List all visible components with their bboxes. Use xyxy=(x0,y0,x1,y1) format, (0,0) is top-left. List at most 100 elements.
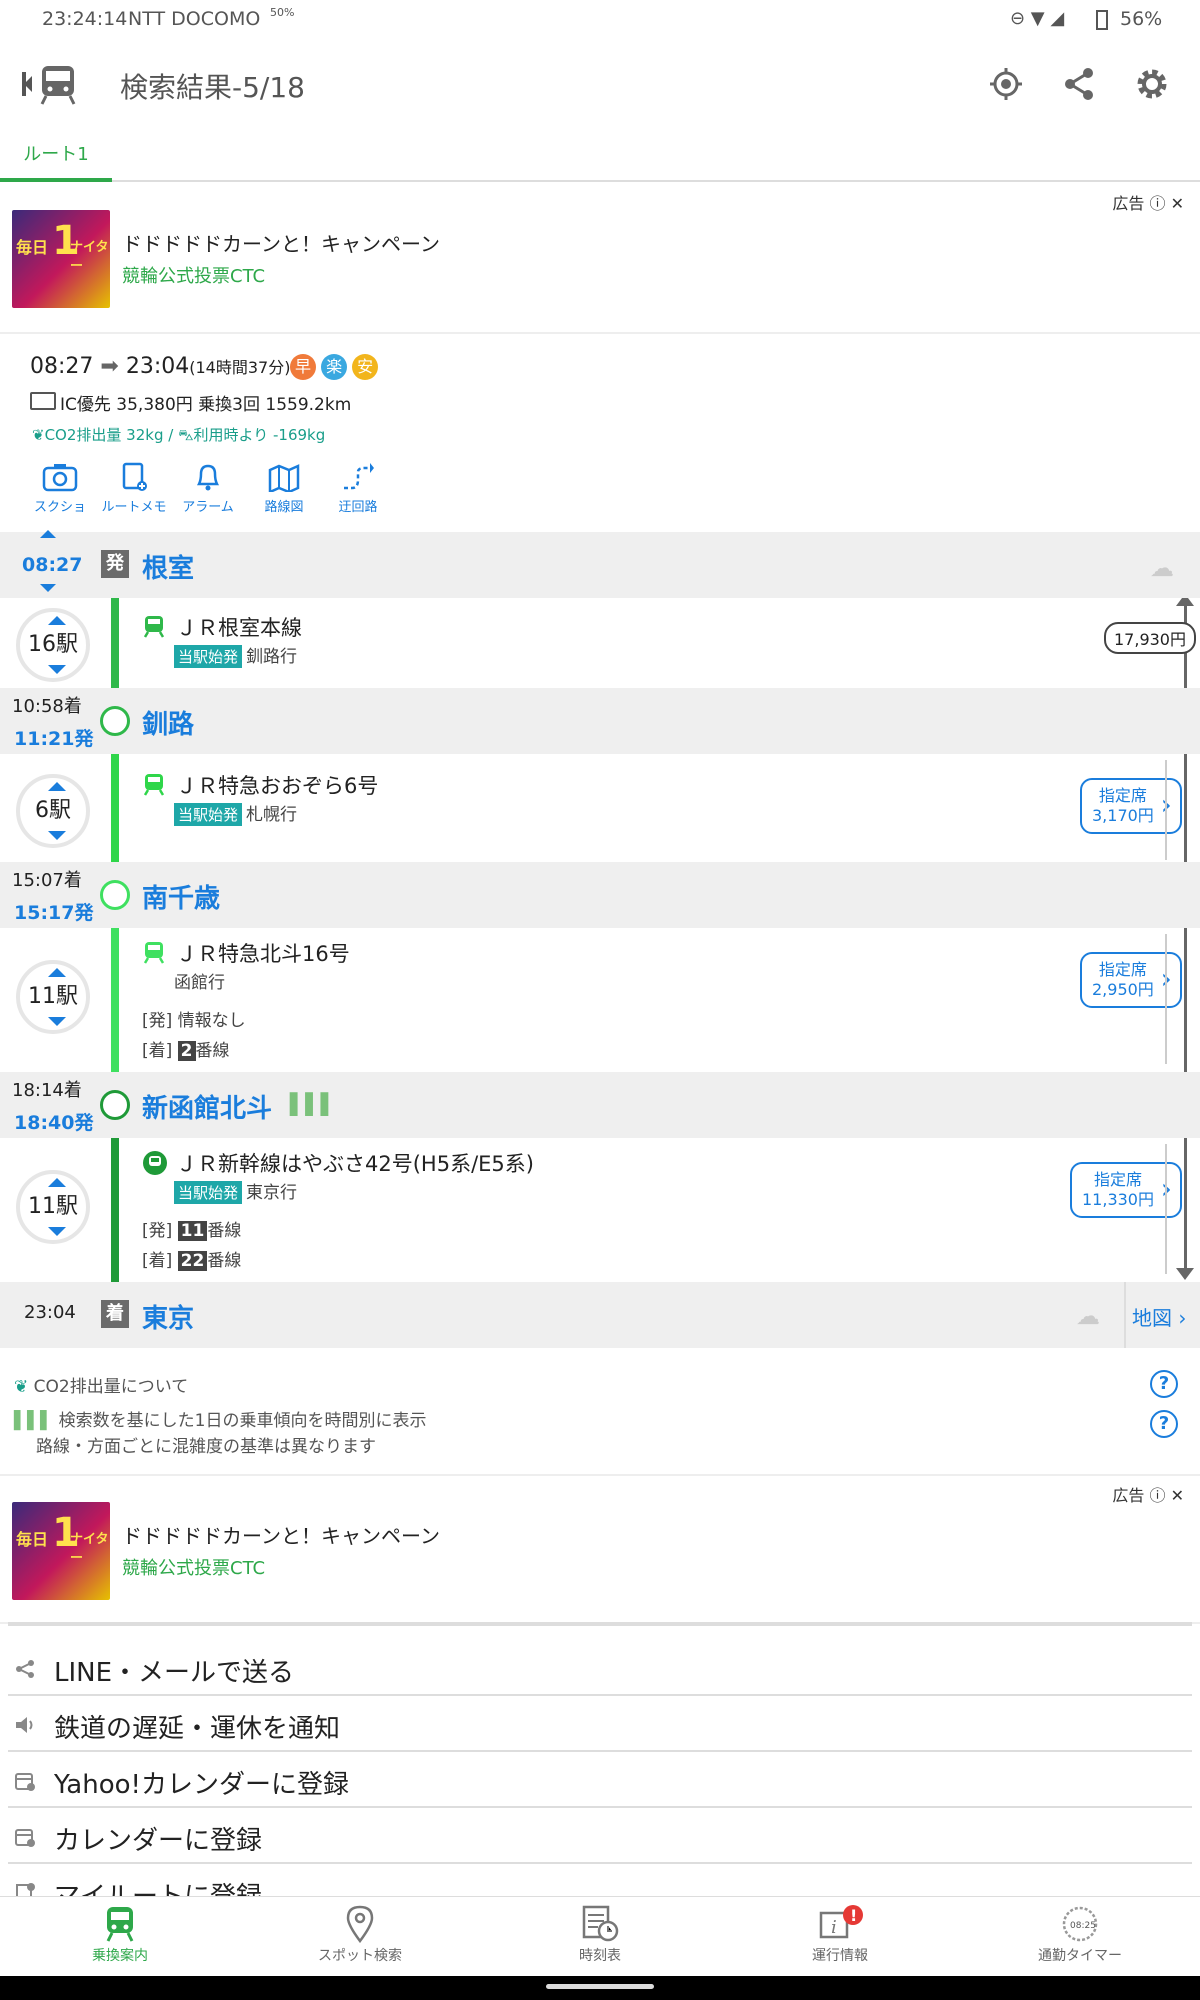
time-up-icon[interactable] xyxy=(40,530,56,538)
menu-divider xyxy=(8,1622,1192,1626)
ad-title[interactable]: ドドドドドカーンと！キャンペーン xyxy=(122,228,440,257)
arrive-time: 18:14着 xyxy=(12,1080,82,1101)
ad-image[interactable]: 毎日 1 ナイター xyxy=(12,210,110,308)
map-link[interactable]: 地図 › xyxy=(1132,1302,1186,1331)
cloud-icon: ☁ xyxy=(1076,1302,1100,1330)
screenshot-button[interactable]: スクショ xyxy=(22,462,98,515)
stop-count[interactable]: 11駅 xyxy=(16,1170,90,1244)
menu-yahoo-calendar[interactable]: Yahoo!カレンダーに登録 xyxy=(8,1752,1192,1808)
map-icon xyxy=(268,464,300,492)
share-icon[interactable] xyxy=(1062,66,1096,106)
depart-time[interactable]: 15:17発 xyxy=(14,898,93,925)
ic-card-icon xyxy=(30,392,56,410)
gear-icon[interactable] xyxy=(1134,66,1170,106)
ad-image[interactable]: 毎日 1 ナイター xyxy=(12,1502,110,1600)
depart-time[interactable]: 11:21発 xyxy=(14,724,93,751)
departure-track: [発] 11 番線 xyxy=(142,1221,242,1241)
depart-time[interactable]: 18:40発 xyxy=(14,1108,93,1135)
route-map-button[interactable]: 路線図 xyxy=(246,462,322,515)
seat-range-line xyxy=(1165,934,1167,1064)
summary-times: 08:27 ➡ 23:04(14時間37分) xyxy=(30,354,291,379)
arrive-badge: 着 xyxy=(101,1300,129,1328)
camera-icon xyxy=(42,464,78,492)
station-name[interactable]: 南千歳 xyxy=(142,878,220,915)
congestion-note: ▌▌▌ 検索数を基にした1日の乗車傾向を時間別に表示 xyxy=(14,1411,427,1431)
line-name[interactable]: ＪＲ特急北斗16号 xyxy=(176,938,350,968)
time-down-icon[interactable] xyxy=(40,584,56,592)
station-node xyxy=(100,1090,130,1120)
co2-line: ❦CO2排出量 32kg / ⛍利用時より -169kg xyxy=(32,426,326,444)
ad-sponsor[interactable]: 競輪公式投票CTC xyxy=(122,1554,265,1580)
arrive-time: 15:07着 xyxy=(12,870,82,891)
home-handle[interactable] xyxy=(546,1984,654,1989)
status-carrier: NTT DOCOMO xyxy=(128,8,261,30)
nav-service-info[interactable]: i! 運行情報 xyxy=(720,1897,960,1977)
stop-count[interactable]: 16駅 xyxy=(16,608,90,682)
menu-my-route[interactable]: マイルートに登録 xyxy=(8,1864,1192,1896)
status-data-rate: 50% xyxy=(270,6,295,19)
stop-count[interactable]: 6駅 xyxy=(16,774,90,848)
congestion-icon[interactable]: ▌▌▌ xyxy=(290,1092,336,1116)
arrow-down-icon xyxy=(1176,1268,1194,1280)
nav-timetable[interactable]: 時刻表 xyxy=(480,1897,720,1977)
battery-icon xyxy=(1096,10,1108,30)
menu-calendar[interactable]: カレンダーに登録 xyxy=(8,1808,1192,1864)
locate-icon[interactable] xyxy=(988,66,1024,106)
shinkansen-icon xyxy=(142,1150,168,1180)
train-icon xyxy=(106,1907,134,1942)
help-icon[interactable]: ? xyxy=(1150,1410,1178,1438)
share-icon xyxy=(14,1658,36,1680)
train-destination: 当駅始発 東京行 xyxy=(174,1178,297,1204)
timer-icon: 08:25 xyxy=(1062,1906,1098,1942)
badge-easy: 楽 xyxy=(321,354,348,380)
nav-spot-search[interactable]: スポット検索 xyxy=(240,1897,480,1977)
status-time: 23:24:14 xyxy=(42,8,128,30)
alarm-button[interactable]: アラーム xyxy=(170,462,246,515)
train-icon xyxy=(142,772,166,800)
station-node xyxy=(100,706,130,736)
nav-transfer[interactable]: 乗換案内 xyxy=(0,1897,240,1977)
ad-sponsor[interactable]: 競輪公式投票CTC xyxy=(122,262,265,288)
help-icon[interactable]: ? xyxy=(1150,1370,1178,1398)
svg-text:i: i xyxy=(831,1917,837,1938)
station-name[interactable]: 釧路 xyxy=(142,704,194,741)
arrive-time: 23:04 xyxy=(24,1302,76,1323)
menu-delay-notify[interactable]: 鉄道の遅延・運休を通知 xyxy=(8,1696,1192,1752)
cloud-icon: ☁ xyxy=(1150,554,1174,582)
origin-tag: 当駅始発 xyxy=(174,645,243,668)
station-name[interactable]: 新函館北斗 xyxy=(142,1088,272,1125)
departure-track: [発] 情報なし xyxy=(142,1011,246,1031)
tab-route-1[interactable]: ルート1 xyxy=(0,140,112,182)
depart-badge: 発 xyxy=(101,550,129,578)
badge-cheap: 安 xyxy=(352,354,379,380)
back-train-icon[interactable] xyxy=(20,62,80,106)
ad-banner-top[interactable]: 広告 ⓘ ✕ 毎日 1 ナイター ドドドドドカーンと！キャンペーン 競輪公式投票… xyxy=(0,184,1200,334)
detour-button[interactable]: 迂回路 xyxy=(320,462,396,515)
ad-title[interactable]: ドドドドドカーンと！キャンペーン xyxy=(122,1520,440,1549)
origin-tag: 当駅始発 xyxy=(174,803,243,826)
speaker-icon xyxy=(14,1714,36,1736)
menu-share-line-mail[interactable]: LINE・メールで送る xyxy=(8,1640,1192,1696)
ad-label[interactable]: 広告 ⓘ ✕ xyxy=(1112,1482,1184,1506)
calendar-add-icon xyxy=(14,1826,36,1848)
train-destination: 当駅始発 釧路行 xyxy=(174,642,297,668)
stop-count[interactable]: 11駅 xyxy=(16,960,90,1034)
ad-banner-bottom[interactable]: 広告 ⓘ ✕ 毎日 1 ナイター ドドドドドカーンと！キャンペーン 競輪公式投票… xyxy=(0,1474,1200,1624)
total-fare-chip[interactable]: 17,930円 xyxy=(1104,622,1196,654)
ad-label[interactable]: 広告 ⓘ ✕ xyxy=(1112,190,1184,214)
route-memo-button[interactable]: ルートメモ xyxy=(96,462,172,515)
nav-commute-timer[interactable]: 08:25 通勤タイマー xyxy=(960,1897,1200,1977)
svg-text:08:25: 08:25 xyxy=(1070,1921,1096,1931)
station-name[interactable]: 根室 xyxy=(142,548,194,585)
leaf-icon: ❦ xyxy=(32,426,45,444)
co2-note[interactable]: ❦ CO2排出量について xyxy=(14,1372,188,1397)
map-divider xyxy=(1124,1282,1126,1348)
depart-time[interactable]: 08:27 xyxy=(22,554,82,576)
line-name[interactable]: ＪＲ新幹線はやぶさ42号(H5系/E5系) xyxy=(176,1148,534,1178)
line-name[interactable]: ＪＲ根室本線 xyxy=(176,612,302,642)
svg-text:!: ! xyxy=(850,1906,857,1925)
route-timeline: 17,930円 08:27 発 根室 ☁ 16駅 ＪＲ根室本線 当駅始発 釧路行 … xyxy=(0,530,1200,1350)
line-name[interactable]: ＪＲ特急おおぞら6号 xyxy=(176,770,378,800)
station-name[interactable]: 東京 xyxy=(142,1298,194,1335)
memo-icon xyxy=(122,462,147,491)
